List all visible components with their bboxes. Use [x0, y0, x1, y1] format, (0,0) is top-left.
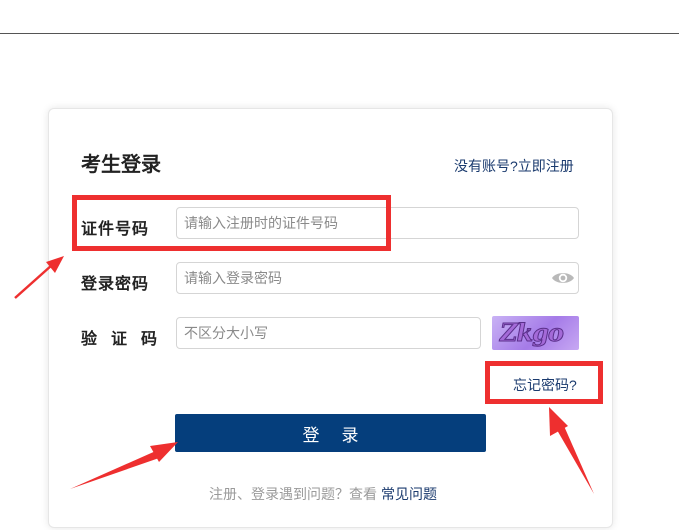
- password-label: 登录密码: [81, 276, 150, 293]
- annotation-box-id: [72, 195, 391, 251]
- password-input[interactable]: [176, 262, 579, 294]
- captcha-input[interactable]: [176, 317, 481, 349]
- login-button[interactable]: 登录: [175, 414, 486, 452]
- help-prompt: 注册、登录遇到问题？查看: [209, 486, 377, 502]
- annotation-box-forgot: [485, 361, 603, 404]
- top-divider: [0, 33, 679, 34]
- help-text: 注册、登录遇到问题？查看 常见问题: [209, 484, 437, 504]
- captcha-image[interactable]: Zkgo: [492, 316, 579, 350]
- captcha-text: Zkgo: [500, 318, 565, 348]
- captcha-label: 验证码: [81, 331, 172, 348]
- eye-icon[interactable]: [551, 270, 575, 286]
- register-link[interactable]: 没有账号?立即注册: [454, 156, 574, 176]
- faq-link[interactable]: 常见问题: [381, 486, 437, 502]
- page-title: 考生登录: [81, 154, 161, 176]
